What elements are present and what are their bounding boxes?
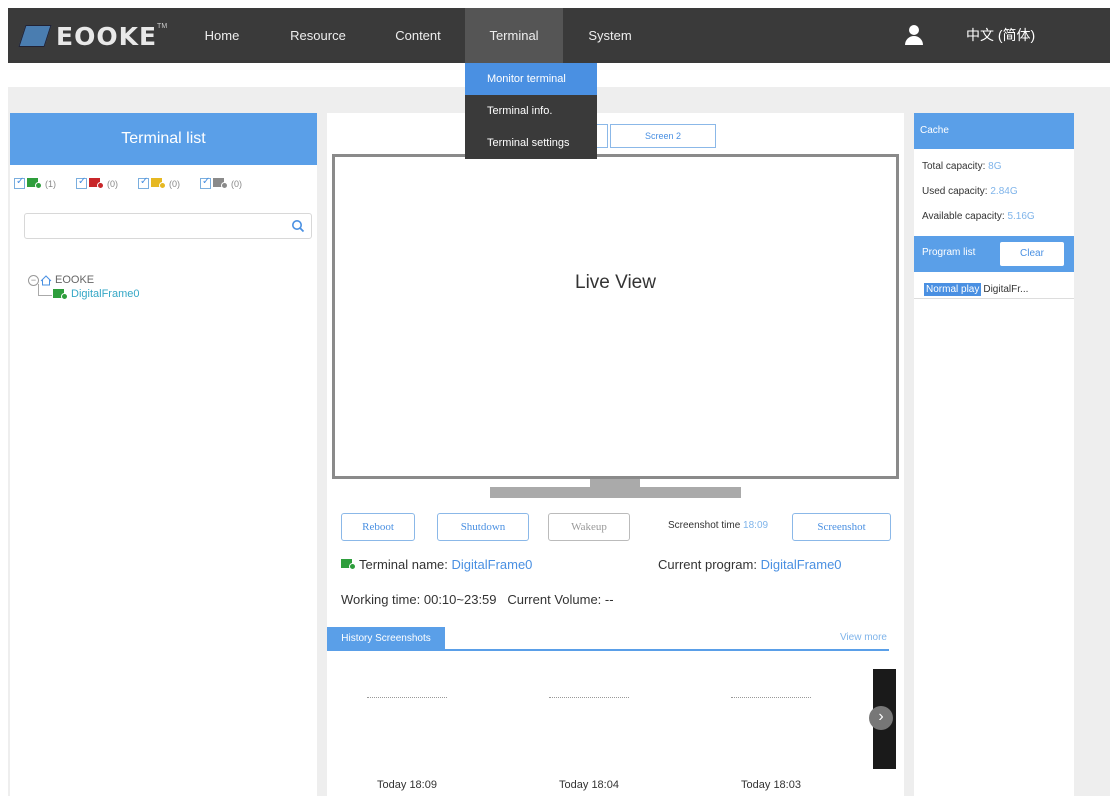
nav-terminal[interactable]: Terminal bbox=[465, 8, 563, 63]
history-thumbnail[interactable] bbox=[529, 669, 699, 769]
filter-count: (0) bbox=[107, 178, 118, 189]
clear-button[interactable]: Clear bbox=[1000, 242, 1064, 266]
user-icon[interactable] bbox=[905, 25, 923, 45]
tree-node-terminal[interactable]: DigitalFrame0 bbox=[38, 284, 140, 301]
logo-trademark: TM bbox=[157, 22, 168, 30]
tree-connector bbox=[38, 284, 52, 296]
logo-text: EOOKE bbox=[56, 21, 158, 51]
wakeup-button[interactable]: Wakeup bbox=[548, 513, 630, 541]
terminal-offline-icon bbox=[213, 178, 228, 189]
play-mode-badge: Normal play bbox=[924, 283, 982, 296]
status-filters: (1) (0) (0) (0) bbox=[14, 176, 262, 189]
nav-content[interactable]: Content bbox=[378, 8, 458, 63]
tree-node-label: DigitalFrame0 bbox=[71, 288, 140, 300]
terminal-list-panel: Terminal list (1) (0) (0) (0) bbox=[10, 113, 317, 796]
divider bbox=[914, 298, 1074, 299]
terminal-error-icon bbox=[89, 178, 104, 189]
volume-value: -- bbox=[604, 592, 614, 607]
history-thumbnail[interactable] bbox=[347, 669, 517, 769]
used-capacity-label: Used capacity: bbox=[922, 186, 988, 197]
terminal-list-title: Terminal list bbox=[10, 113, 317, 165]
available-capacity-row: Available capacity: 5.16G bbox=[914, 204, 1074, 229]
total-capacity-label: Total capacity: bbox=[922, 161, 986, 172]
nav-resource[interactable]: Resource bbox=[276, 8, 360, 63]
working-time-label: Working time: bbox=[341, 592, 421, 607]
cache-title: Cache bbox=[914, 113, 1074, 149]
reboot-button[interactable]: Reboot bbox=[341, 513, 415, 541]
history-screenshots-tab[interactable]: History Screenshots bbox=[327, 627, 445, 651]
screenshot-time: Screenshot time 18:09 bbox=[668, 520, 768, 531]
program-list-title: Program list bbox=[922, 247, 976, 258]
terminal-warning-icon bbox=[151, 178, 166, 189]
filter-warning[interactable]: (0) bbox=[138, 176, 180, 189]
checkbox-icon[interactable] bbox=[76, 176, 87, 189]
terminal-search-input[interactable] bbox=[25, 214, 275, 238]
menu-item-terminal-info[interactable]: Terminal info. bbox=[465, 95, 597, 127]
language-selector[interactable]: 中文 (简体) bbox=[966, 8, 1035, 63]
filter-offline[interactable]: (0) bbox=[200, 176, 242, 189]
cache-panel: Cache Total capacity: 8G Used capacity: … bbox=[914, 113, 1074, 796]
view-more-link[interactable]: View more bbox=[840, 632, 887, 643]
terminal-tree: − EOOKE DigitalFrame0 bbox=[28, 273, 139, 301]
current-program-label: Current program: bbox=[658, 557, 757, 572]
terminal-search-box bbox=[24, 213, 312, 239]
filter-count: (1) bbox=[45, 178, 56, 189]
available-capacity-value: 5.16G bbox=[1007, 211, 1035, 222]
total-capacity-row: Total capacity: 8G bbox=[914, 154, 1074, 179]
shutdown-button[interactable]: Shutdown bbox=[437, 513, 529, 541]
thumbnail-time: Today 18:03 bbox=[741, 779, 801, 791]
thumbnail-time: Today 18:09 bbox=[377, 779, 437, 791]
current-program-value: DigitalFrame0 bbox=[760, 557, 842, 572]
nav-system[interactable]: System bbox=[574, 8, 646, 63]
filter-online[interactable]: (1) bbox=[14, 176, 56, 189]
search-icon[interactable] bbox=[291, 219, 305, 233]
history-screenshots-header: History Screenshots View more bbox=[327, 627, 889, 651]
terminal-online-icon bbox=[341, 559, 356, 570]
terminal-name-value: DigitalFrame0 bbox=[451, 557, 533, 572]
checkbox-icon[interactable] bbox=[200, 176, 211, 189]
screenshot-time-value: 18:09 bbox=[743, 520, 769, 531]
total-capacity-value: 8G bbox=[988, 161, 1002, 172]
terminal-online-icon bbox=[53, 288, 68, 300]
menu-item-monitor-terminal[interactable]: Monitor terminal bbox=[465, 63, 597, 95]
menu-item-terminal-settings[interactable]: Terminal settings bbox=[465, 127, 597, 159]
top-navbar: EOOKE TM Home Resource Content Terminal … bbox=[8, 8, 1110, 63]
live-view-label: Live View bbox=[575, 272, 656, 293]
terminal-name-row: Terminal name: DigitalFrame0 bbox=[341, 557, 532, 572]
thumbnail-time: Today 18:04 bbox=[559, 779, 619, 791]
checkbox-icon[interactable] bbox=[14, 176, 25, 189]
next-arrow-icon[interactable]: › bbox=[869, 706, 893, 730]
nav-home[interactable]: Home bbox=[188, 8, 256, 63]
volume-label: Current Volume: bbox=[507, 592, 602, 607]
screenshot-button[interactable]: Screenshot bbox=[792, 513, 891, 541]
filter-error[interactable]: (0) bbox=[76, 176, 118, 189]
eooke-logo[interactable]: EOOKE TM bbox=[18, 18, 168, 54]
available-capacity-label: Available capacity: bbox=[922, 211, 1005, 222]
terminal-online-icon bbox=[27, 178, 42, 189]
live-view-monitor: Live View bbox=[332, 154, 899, 479]
program-name: DigitalFr... bbox=[983, 284, 1029, 295]
working-time-row: Working time: 00:10~23:59 Current Volume… bbox=[341, 592, 614, 607]
tree-root-label: EOOKE bbox=[55, 274, 95, 286]
working-time-value: 00:10~23:59 bbox=[423, 592, 497, 607]
used-capacity-row: Used capacity: 2.84G bbox=[914, 179, 1074, 204]
history-thumbnail[interactable] bbox=[711, 669, 881, 769]
tablet-logo-icon bbox=[18, 25, 52, 47]
terminal-dropdown-menu: Monitor terminal Terminal info. Terminal… bbox=[465, 63, 597, 159]
filter-count: (0) bbox=[231, 178, 242, 189]
current-program-row: Current program: DigitalFrame0 bbox=[658, 557, 842, 572]
checkbox-icon[interactable] bbox=[138, 176, 149, 189]
tab-screen-2[interactable]: Screen 2 bbox=[610, 124, 716, 148]
screenshot-time-label: Screenshot time bbox=[668, 520, 741, 531]
filter-count: (0) bbox=[169, 178, 180, 189]
monitor-panel: Screen 2 Live View Reboot Shutdown Wakeu… bbox=[327, 113, 904, 796]
monitor-stand-base bbox=[490, 487, 741, 498]
program-list-item[interactable]: Normal play DigitalFr... bbox=[924, 283, 1028, 296]
used-capacity-value: 2.84G bbox=[990, 186, 1018, 197]
terminal-name-label: Terminal name: bbox=[359, 557, 448, 572]
program-list-header: Program list Clear bbox=[914, 236, 1074, 272]
